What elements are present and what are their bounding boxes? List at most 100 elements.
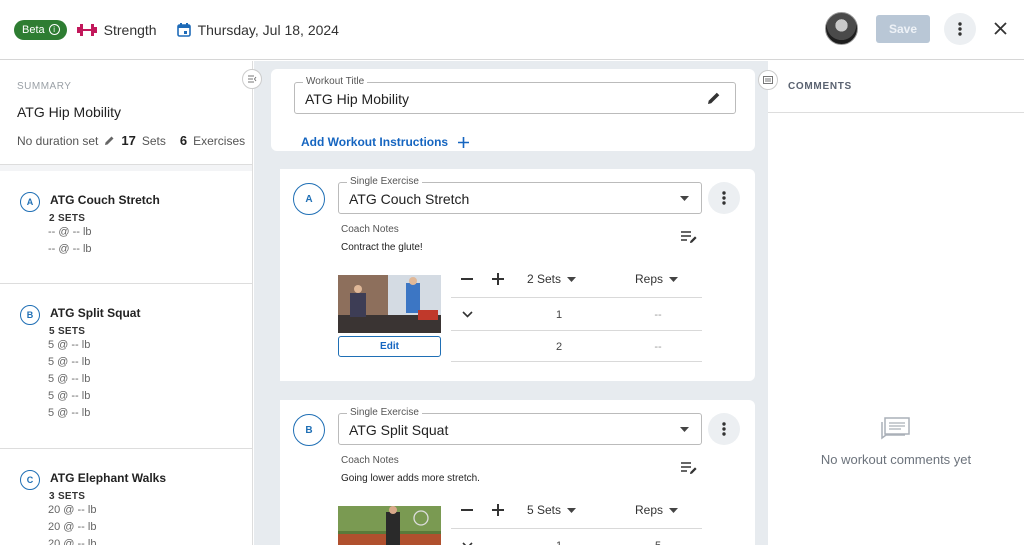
sidebar-set-row: 5 @ -- lb [48, 339, 91, 351]
exercises-label: Exercises [193, 133, 246, 148]
minus-icon[interactable] [461, 278, 473, 280]
workout-title-value: ATG Hip Mobility [305, 91, 409, 107]
exercise-thumbnail[interactable] [338, 275, 441, 333]
edit-notes-icon[interactable] [681, 231, 698, 244]
top-bar: Beta i Strength Thursday, Jul 18, 2024 S… [0, 0, 1024, 60]
expand-chevron-icon[interactable] [462, 311, 473, 318]
more-options-button[interactable] [944, 12, 976, 45]
exercise-kind-label: Single Exercise [347, 176, 422, 187]
edit-pencil-icon[interactable] [707, 91, 721, 105]
close-button[interactable] [990, 19, 1010, 39]
reps-value[interactable]: 5 [643, 540, 673, 545]
exercise-card-a: A Single Exercise ATG Couch Stretch Coac… [271, 169, 755, 381]
coach-notes-text[interactable]: Contract the glute! [341, 242, 423, 253]
reps-dropdown-label: Reps [635, 503, 664, 517]
summary-heading: SUMMARY [17, 81, 72, 92]
set-number: 1 [544, 540, 574, 545]
sidebar-set-row: 20 @ -- lb [48, 504, 97, 516]
sidebar-set-row: -- @ -- lb [48, 243, 92, 255]
date-picker[interactable]: Thursday, Jul 18, 2024 [176, 21, 339, 38]
reps-value[interactable]: -- [643, 309, 673, 321]
exercise-card-b: B Single Exercise ATG Split Squat Coach … [271, 400, 755, 545]
sidebar-exercise-c[interactable]: C ATG Elephant Walks 3 SETS 20 @ -- lb 2… [0, 449, 252, 545]
workout-type[interactable]: Strength [76, 22, 157, 38]
exercise-letter-badge: C [20, 470, 40, 490]
reps-dropdown-label: Reps [635, 272, 664, 286]
comments-panel: COMMENTS No workout comments yet [768, 61, 1024, 545]
beta-badge[interactable]: Beta i [14, 19, 67, 40]
exercise-letter-badge: B [293, 414, 325, 446]
sidebar-exercise-a[interactable]: A ATG Couch Stretch 2 SETS -- @ -- lb --… [0, 171, 252, 284]
sidebar-exercise-name: ATG Split Squat [50, 306, 141, 320]
sets-dropdown[interactable]: 2 Sets [527, 272, 577, 286]
table-divider [451, 297, 702, 298]
exercise-name: ATG Couch Stretch [349, 191, 470, 207]
sidebar-set-row: 20 @ -- lb [48, 521, 97, 533]
sidebar-set-row: 5 @ -- lb [48, 407, 91, 419]
exercise-thumbnail[interactable] [338, 506, 441, 545]
add-instructions-label: Add Workout Instructions [301, 135, 449, 149]
edit-notes-icon[interactable] [681, 462, 698, 475]
summary-section: SUMMARY ATG Hip Mobility No duration set… [0, 61, 252, 165]
collapse-summary-button[interactable] [242, 69, 262, 89]
collapse-comments-button[interactable] [758, 70, 778, 90]
chevron-down-icon [669, 276, 679, 282]
beta-label: Beta [22, 23, 45, 36]
exercise-letter-badge: B [20, 305, 40, 325]
plus-icon [458, 136, 470, 148]
more-vertical-icon [722, 191, 726, 205]
workout-editor: Workout Title ATG Hip Mobility Add Worko… [254, 61, 768, 545]
exercise-select[interactable]: Single Exercise ATG Couch Stretch [338, 176, 702, 214]
more-vertical-icon [958, 21, 962, 36]
chevron-down-icon [567, 276, 577, 282]
calendar-icon [176, 22, 191, 37]
sidebar-set-row: 5 @ -- lb [48, 373, 91, 385]
add-instructions-button[interactable]: Add Workout Instructions [301, 135, 470, 149]
table-divider [451, 528, 702, 529]
sidebar-exercise-name: ATG Couch Stretch [50, 193, 160, 207]
sidebar-exercise-name: ATG Elephant Walks [50, 471, 167, 485]
sidebar-set-row: 5 @ -- lb [48, 356, 91, 368]
minus-icon[interactable] [461, 509, 473, 511]
exercise-video-image [338, 275, 441, 333]
info-icon: i [48, 24, 60, 35]
summary-meta: No duration set 17 Sets 6 Exercises [17, 133, 252, 148]
coach-notes-label: Coach Notes [341, 224, 399, 235]
reps-dropdown[interactable]: Reps [635, 503, 679, 517]
table-divider [451, 361, 702, 362]
edit-media-button[interactable]: Edit [338, 336, 441, 357]
chevron-down-icon [567, 507, 577, 513]
sets-dropdown-label: 5 Sets [527, 503, 562, 517]
summary-panel: SUMMARY ATG Hip Mobility No duration set… [0, 61, 253, 545]
coach-notes-text[interactable]: Going lower adds more stretch. [341, 473, 480, 484]
sidebar-exercise-sets: 5 SETS [49, 326, 86, 337]
sidebar-exercise-b[interactable]: B ATG Split Squat 5 SETS 5 @ -- lb 5 @ -… [0, 284, 252, 449]
sets-dropdown-label: 2 Sets [527, 272, 562, 286]
sets-count: 17 [121, 133, 136, 148]
dumbbell-icon [76, 23, 97, 36]
plus-icon[interactable] [492, 273, 504, 285]
more-vertical-icon [722, 422, 726, 436]
exercise-more-button[interactable] [708, 413, 740, 445]
date-label: Thursday, Jul 18, 2024 [197, 21, 339, 38]
set-number: 1 [555, 309, 563, 321]
exercise-select[interactable]: Single Exercise ATG Split Squat [338, 407, 702, 445]
set-number: 2 [555, 341, 563, 353]
plus-icon[interactable] [492, 504, 504, 516]
sets-label: Sets [141, 133, 166, 148]
save-button[interactable]: Save [876, 14, 930, 43]
sets-dropdown[interactable]: 5 Sets [527, 503, 577, 517]
comments-heading: COMMENTS [768, 61, 1024, 113]
pencil-icon[interactable] [104, 135, 115, 146]
exercise-more-button[interactable] [708, 182, 740, 214]
workout-title-field[interactable]: Workout Title ATG Hip Mobility [294, 76, 736, 114]
avatar[interactable] [825, 12, 858, 45]
comments-empty-state: No workout comments yet [768, 417, 1024, 467]
reps-dropdown[interactable]: Reps [635, 272, 679, 286]
exercise-name: ATG Split Squat [349, 422, 449, 438]
close-icon [993, 22, 1007, 35]
collapse-left-icon [247, 75, 256, 83]
reps-value[interactable]: -- [643, 341, 673, 353]
exercises-count: 6 [179, 133, 188, 148]
exercise-kind-label: Single Exercise [347, 407, 422, 418]
